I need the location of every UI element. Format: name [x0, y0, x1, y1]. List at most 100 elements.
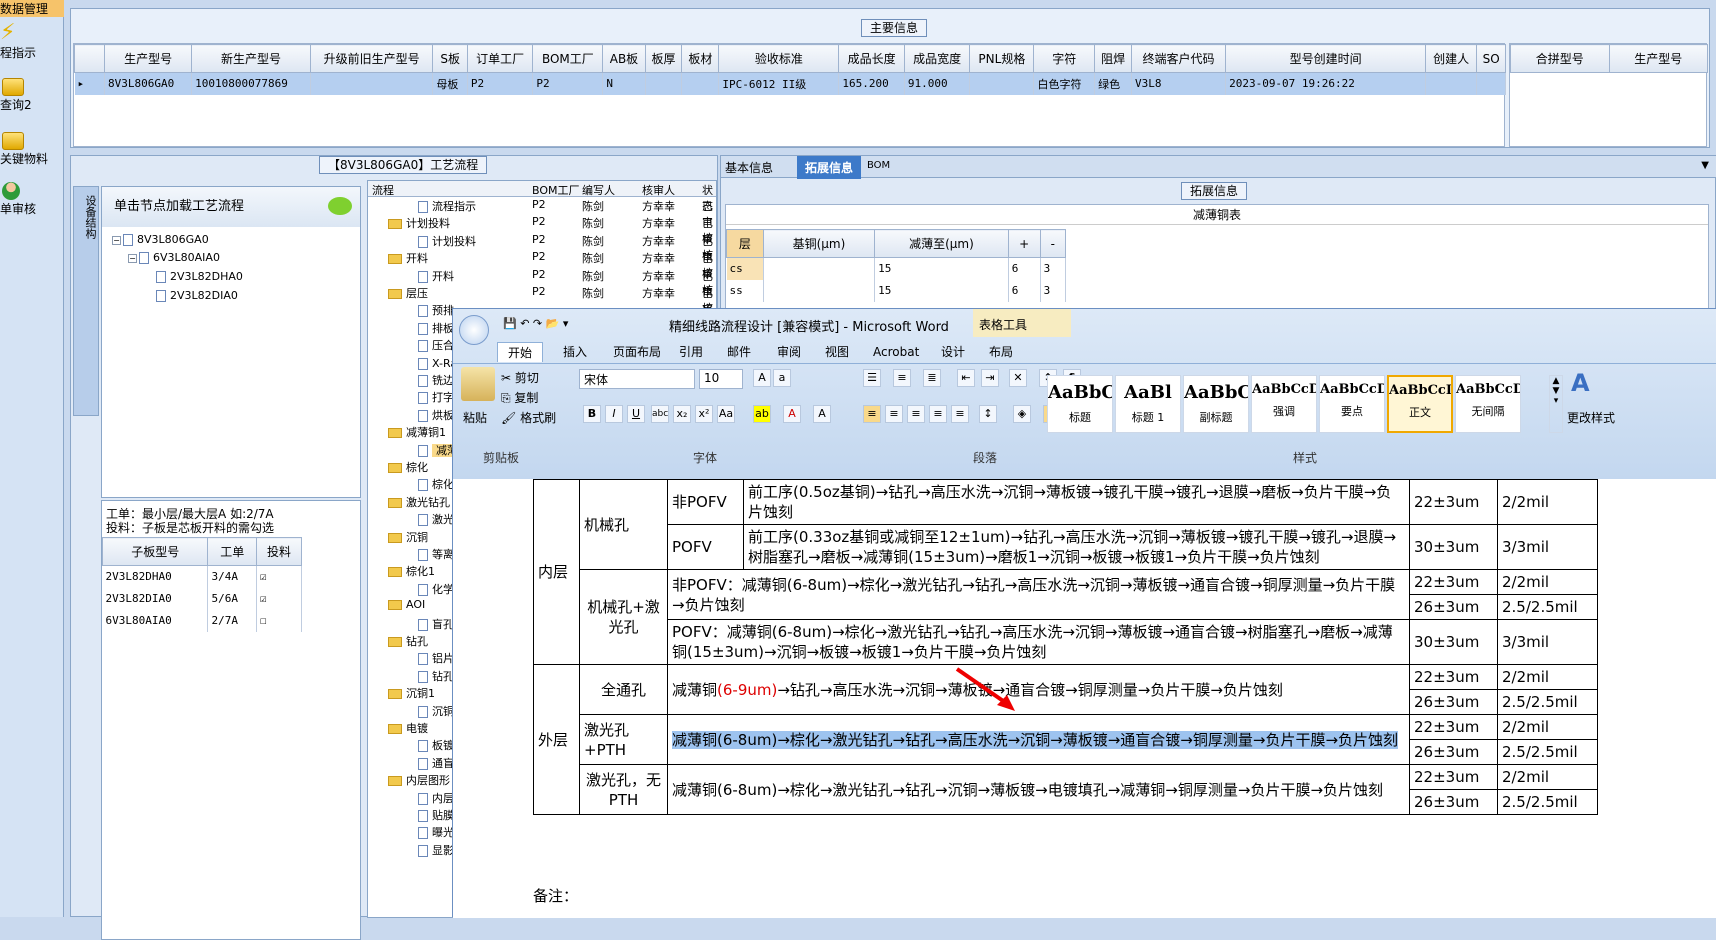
col-header[interactable]: 型号创建时间	[1225, 44, 1427, 73]
cell[interactable]: 2V3L82DIA0	[102, 587, 209, 610]
cut-button[interactable]: ✂ 剪切	[501, 369, 539, 386]
cell[interactable]: 6	[1008, 257, 1041, 280]
tree-node[interactable]: 2V3L82DIA0	[156, 289, 238, 302]
ribbon-tab[interactable]: 插入	[553, 342, 597, 362]
cell[interactable]	[681, 72, 720, 95]
nav-item-process[interactable]: ⚡ 程指示	[0, 22, 64, 61]
col-header[interactable]: 订单工厂	[466, 44, 534, 73]
tree-node[interactable]: −6V3L80AIA0	[128, 251, 220, 264]
cell[interactable]: 绿色	[1094, 72, 1133, 95]
col-header[interactable]: S板	[432, 44, 468, 73]
ribbon-tab[interactable]: 邮件	[717, 342, 761, 362]
distribute-icon[interactable]: ≡	[951, 405, 969, 423]
dropdown-icon[interactable]: ▼	[1701, 160, 1709, 171]
flow-text[interactable]: POFV：减薄铜(6-8um)→棕化→激光钻孔→钻孔→高压水洗→沉铜→薄板镀→通…	[667, 619, 1410, 665]
style-gallery-item[interactable]: AaBbCcD 强调	[1251, 375, 1317, 433]
col-header[interactable]: 验收标准	[718, 44, 840, 73]
cell[interactable]: 6	[1008, 279, 1041, 302]
checkbox[interactable]: ☐	[256, 609, 302, 632]
cell[interactable]: P2	[532, 72, 604, 95]
format-painter-button[interactable]: 🖌 格式刷	[501, 409, 556, 426]
justify-icon[interactable]: ≡	[929, 405, 947, 423]
cell[interactable]: N	[602, 72, 646, 95]
col-header[interactable]: -	[1039, 229, 1067, 258]
cell[interactable]: cs	[726, 257, 764, 280]
col-header[interactable]: 合拼型号	[1510, 44, 1610, 73]
flow-col-header[interactable]: BOM工厂	[532, 182, 580, 198]
style-gallery-item[interactable]: AaBbCcD 正文	[1387, 375, 1453, 433]
cell[interactable]: 2023-09-07 19:26:22	[1225, 72, 1427, 95]
col-header[interactable]: 基铜(μm)	[762, 229, 876, 258]
table-row[interactable]: 2V3L82DHA0 3/4A ☑	[102, 565, 302, 588]
cell[interactable]: 母板	[432, 72, 468, 95]
style-gallery-item[interactable]: AaBbC 副标题	[1183, 375, 1249, 433]
col-header[interactable]: 字符	[1033, 44, 1096, 73]
table-row[interactable]: ▸ 8V3L806GA0 10010800077869 母板 P2 P2 N I…	[74, 72, 1506, 95]
cell[interactable]: 15	[874, 257, 1009, 280]
col-header[interactable]: 生产型号	[1608, 44, 1708, 73]
checkbox[interactable]: ☑	[256, 565, 302, 588]
flow-col-header[interactable]: 核审人	[642, 182, 675, 198]
flow-text[interactable]: 减薄铜(6-9um)→钻孔→高压水洗→沉铜→薄板镀→通盲合镀→铜厚测量→负片干膜…	[667, 664, 1410, 715]
flow-col-header[interactable]: 流程	[372, 182, 394, 198]
col-header[interactable]: +	[1007, 229, 1041, 258]
paste-icon[interactable]	[461, 367, 495, 401]
flow-node[interactable]: 流程指示 P2 陈剑 方幸幸 已审核	[368, 197, 716, 245]
change-case-button[interactable]: Aa	[717, 405, 735, 423]
ribbon-tab[interactable]: 设计	[931, 342, 975, 362]
cell[interactable]	[310, 72, 434, 95]
table-row[interactable]: cs 15 6 3	[726, 257, 1067, 280]
cell[interactable]: P2	[467, 72, 534, 95]
cell[interactable]: 2/7A	[207, 609, 258, 632]
nav-item-query2[interactable]: 查询2	[0, 78, 64, 113]
col-header[interactable]: 终端客户代码	[1131, 44, 1227, 73]
col-header[interactable]: 工单	[207, 537, 258, 566]
font-size-select[interactable]: 10	[699, 369, 743, 389]
cell[interactable]: ss	[726, 279, 764, 302]
col-header[interactable]: 板厚	[644, 44, 683, 73]
nav-item-key-material[interactable]: 关键物料	[0, 132, 64, 167]
col-header[interactable]: 投料	[256, 537, 302, 566]
cell[interactable]: 91.000	[904, 72, 971, 95]
col-header[interactable]: 升级前旧生产型号	[309, 44, 434, 73]
cell[interactable]: 白色字符	[1033, 72, 1096, 95]
cell[interactable]	[1476, 72, 1506, 95]
col-header[interactable]: AB板	[602, 44, 646, 73]
col-header[interactable]: 创建人	[1425, 44, 1478, 73]
copy-button[interactable]: ⎘ 复制	[501, 389, 538, 406]
cell[interactable]: 2V3L82DHA0	[102, 565, 209, 588]
cell[interactable]: 5/6A	[207, 587, 258, 610]
tab-extended[interactable]: 拓展信息	[797, 156, 862, 179]
checkbox[interactable]: ☑	[256, 587, 302, 610]
strike-button[interactable]: abc	[651, 405, 669, 423]
cell[interactable]	[763, 257, 876, 280]
row-selector[interactable]: ▸	[74, 72, 105, 95]
cell[interactable]: 165.200	[838, 72, 905, 95]
change-styles-icon[interactable]: A	[1571, 369, 1590, 397]
bullets-icon[interactable]: ☰	[863, 369, 881, 387]
align-left-icon[interactable]: ≡	[863, 405, 881, 423]
cell[interactable]: 3	[1040, 257, 1067, 280]
flow-text[interactable]: 前工序(0.33oz基铜或减铜至12±1um)→钻孔→高压水洗→沉铜→薄板镀→镀…	[743, 524, 1410, 570]
col-header[interactable]: PNL规格	[969, 44, 1035, 73]
ribbon-tab[interactable]: Acrobat	[863, 342, 929, 362]
flow-node[interactable]: 计划投料 P2 陈剑 方幸幸 已审核	[368, 214, 716, 262]
style-gallery-item[interactable]: AaBbC 标题	[1047, 375, 1113, 433]
col-header[interactable]: 生产型号	[103, 44, 193, 73]
subscript-button[interactable]: x₂	[673, 405, 691, 423]
paste-label[interactable]: 粘贴	[463, 409, 487, 426]
nav-item-review[interactable]: 单审核	[0, 182, 64, 217]
ribbon-tab[interactable]: 引用	[669, 342, 713, 362]
italic-button[interactable]: I	[605, 405, 623, 423]
flow-col-header[interactable]: 编写人	[582, 182, 615, 198]
col-header[interactable]: 阻焊	[1094, 44, 1133, 73]
cell[interactable]: 6V3L80AIA0	[102, 609, 209, 632]
styles-scroll[interactable]: ▲ ▼ ▾	[1549, 375, 1563, 433]
change-styles-label[interactable]: 更改样式	[1567, 409, 1615, 426]
flow-node[interactable]: 层压P2陈剑方幸幸已审核	[368, 284, 716, 332]
tree-node[interactable]: 2V3L82DHA0	[156, 270, 243, 283]
col-header[interactable]: 板材	[681, 44, 720, 73]
flow-text[interactable]: 减薄铜(6-8um)→棕化→激光钻孔→钻孔→沉铜→薄板镀→电镀填孔→减薄铜→铜厚…	[667, 764, 1410, 815]
increase-indent-icon[interactable]: ⇥	[981, 369, 999, 387]
nav-item-data-mgmt[interactable]: 数据管理	[0, 0, 64, 17]
